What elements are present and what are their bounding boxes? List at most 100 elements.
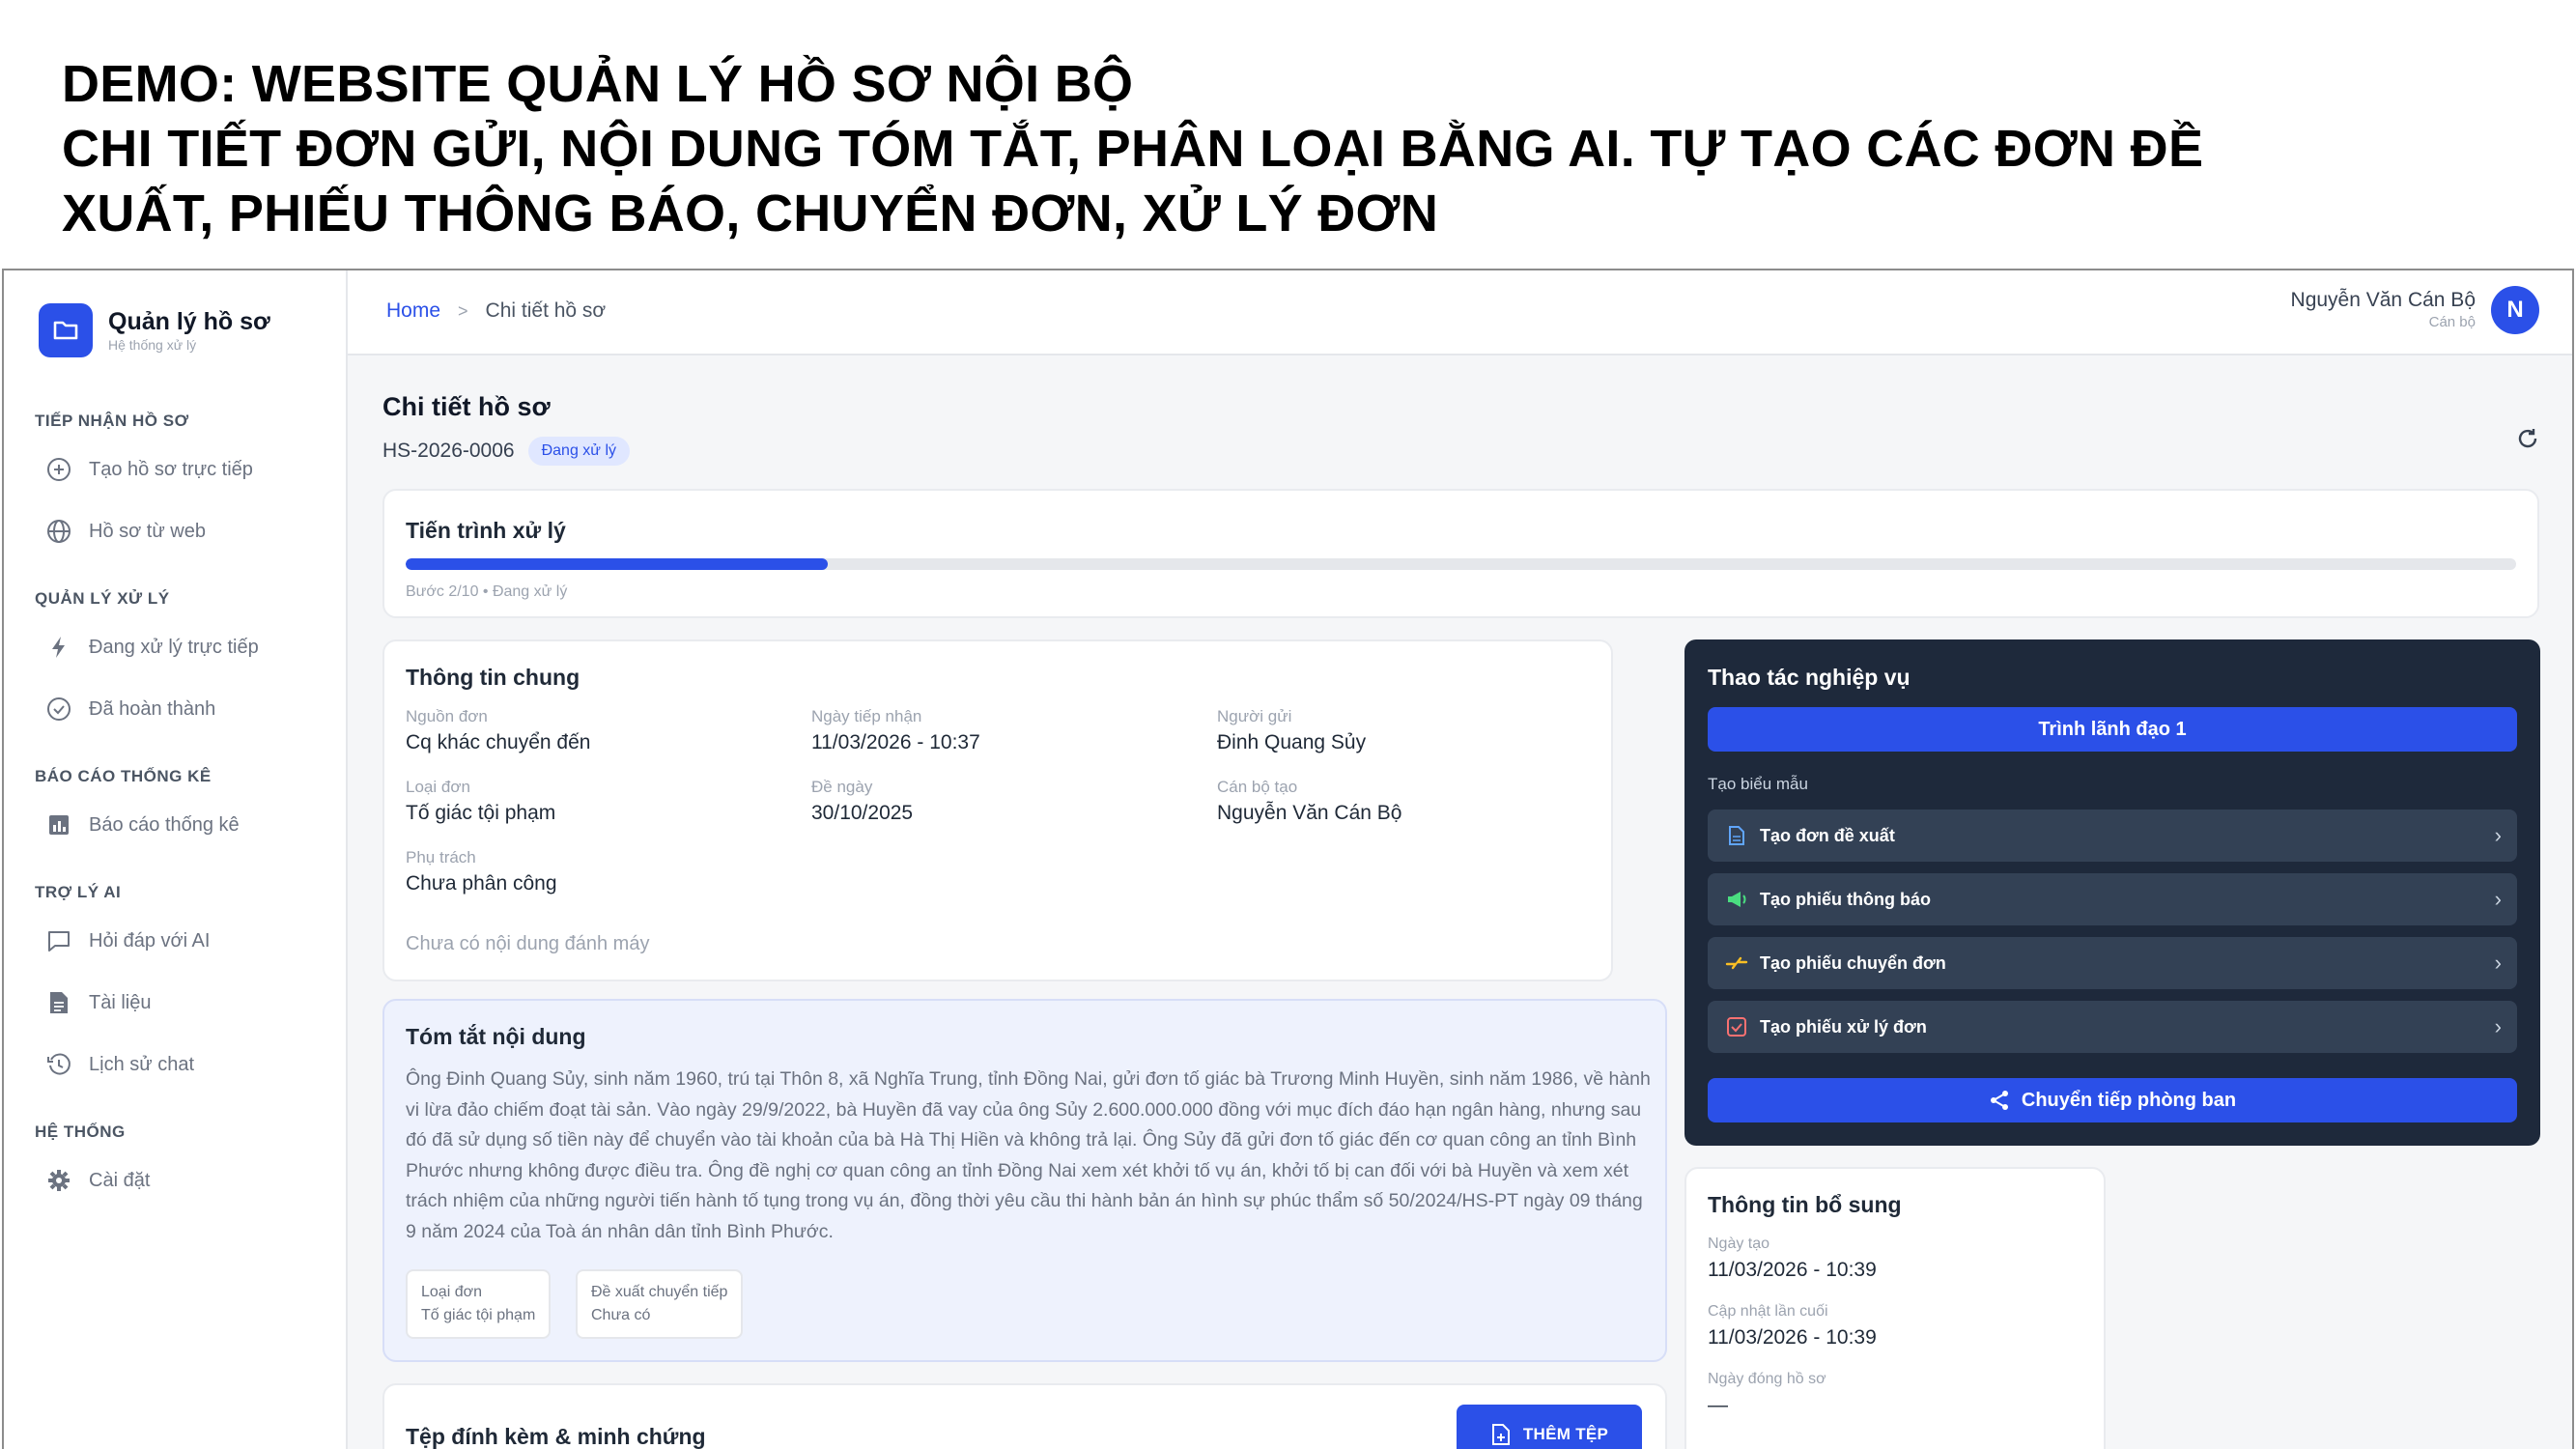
progress-card: Tiến trình xử lý Bước 2/10 • Đang xử lý xyxy=(382,489,2539,618)
sidebar-item-reports[interactable]: Báo cáo thống kê xyxy=(42,806,240,844)
gear-icon xyxy=(42,1164,75,1197)
field-label: Ngày tiếp nhận xyxy=(811,707,922,725)
sidebar-item-chat-history[interactable]: Lịch sử chat xyxy=(42,1045,194,1084)
sidebar: Quản lý hồ sơ Hệ thống xử lý TIẾP NHẬN H… xyxy=(4,270,348,1449)
chip-label: Loại đơn xyxy=(421,1284,482,1300)
forms-label: Tạo biểu mẫu xyxy=(1708,775,1808,793)
nav-section-reception: TIẾP NHẬN HỒ SƠ xyxy=(35,412,189,430)
forward-department-label: Chuyển tiếp phòng ban xyxy=(2021,1089,2237,1111)
progress-bar xyxy=(406,558,2516,570)
progress-label: Bước 2/10 • Đang xử lý xyxy=(406,583,568,600)
history-icon xyxy=(42,1048,75,1081)
sidebar-item-label: Hỏi đáp với AI xyxy=(89,929,211,952)
sidebar-item-label: Tài liệu xyxy=(89,991,152,1013)
sidebar-item-label: Đang xử lý trực tiếp xyxy=(89,636,259,658)
field-value: — xyxy=(1708,1394,1728,1416)
file-icon xyxy=(1723,822,1750,849)
folder-icon xyxy=(39,303,93,357)
user-menu[interactable]: Nguyễn Văn Cán Bộ Cán bộ N xyxy=(2291,286,2539,334)
chevron-right-icon: › xyxy=(2494,823,2502,847)
check-circle-icon xyxy=(42,693,75,725)
field-assignee: Phụ trách Chưa phân công xyxy=(406,846,557,898)
slide-title-line-3: XUẤT, PHIẾU THÔNG BÁO, CHUYỂN ĐƠN, XỬ LÝ… xyxy=(62,185,1439,242)
chevron-right-icon: › xyxy=(2494,951,2502,975)
create-notice-button[interactable]: Tạo phiếu thông báo › xyxy=(1708,873,2517,925)
field-label: Ngày tạo xyxy=(1708,1236,1770,1252)
add-file-icon xyxy=(1491,1424,1510,1445)
brand-name: Quản lý hồ sơ xyxy=(108,308,270,335)
field-label: Loại đơn xyxy=(406,778,470,796)
form-label: Tạo đơn đề xuất xyxy=(1760,825,1895,845)
brand-subtitle: Hệ thống xử lý xyxy=(108,337,197,353)
nav-section-reports: BÁO CÁO THỐNG KÊ xyxy=(35,767,212,785)
field-label: Cập nhật lần cuối xyxy=(1708,1303,1828,1320)
add-file-button[interactable]: THÊM TỆP xyxy=(1457,1405,1642,1449)
breadcrumb-home-link[interactable]: Home xyxy=(386,299,440,323)
form-label: Tạo phiếu thông báo xyxy=(1760,889,1931,909)
chat-icon xyxy=(42,924,75,957)
case-code: HS-2026-0006 xyxy=(382,440,515,462)
extra-info-card: Thông tin bổ sung Ngày tạo 11/03/2026 - … xyxy=(1684,1167,2106,1449)
field-received: Ngày tiếp nhận 11/03/2026 - 10:37 xyxy=(811,705,980,757)
field-creator: Cán bộ tạo Nguyễn Văn Cán Bộ xyxy=(1217,776,1401,828)
megaphone-icon xyxy=(1723,886,1750,913)
globe-icon xyxy=(42,515,75,548)
forward-department-button[interactable]: Chuyển tiếp phòng ban xyxy=(1708,1078,2517,1122)
field-submitted-date: Đề ngày 30/10/2025 xyxy=(811,776,913,828)
main-content: Chi tiết hồ sơ HS-2026-0006 Đang xử lý T… xyxy=(348,355,2572,1449)
nav-section-ai: TRỢ LÝ AI xyxy=(35,883,122,901)
field-value: Cq khác chuyển đến xyxy=(406,731,591,753)
page-title: Chi tiết hồ sơ xyxy=(382,392,551,421)
sidebar-item-label: Hồ sơ từ web xyxy=(89,520,206,542)
summary-text: Ông Đinh Quang Sủy, sinh năm 1960, trú t… xyxy=(406,1068,1651,1242)
avatar[interactable]: N xyxy=(2491,286,2539,334)
field-source: Nguồn đơn Cq khác chuyển đến xyxy=(406,705,590,757)
chevron-right-icon: › xyxy=(2494,887,2502,911)
extra-info-title: Thông tin bổ sung xyxy=(1708,1192,1902,1217)
sidebar-item-in-progress[interactable]: Đang xử lý trực tiếp xyxy=(42,628,259,667)
sidebar-item-documents[interactable]: Tài liệu xyxy=(42,983,151,1022)
breadcrumb-current: Chi tiết hồ sơ xyxy=(485,299,607,322)
field-value: 11/03/2026 - 10:39 xyxy=(1708,1326,1877,1349)
field-created-date: Ngày tạo 11/03/2026 - 10:39 xyxy=(1708,1233,1877,1285)
field-updated-date: Cập nhật lần cuối 11/03/2026 - 10:39 xyxy=(1708,1300,1877,1352)
create-proposal-button[interactable]: Tạo đơn đề xuất › xyxy=(1708,810,2517,862)
chip-label: Đề xuất chuyển tiếp xyxy=(591,1284,728,1300)
breadcrumb-separator: > xyxy=(458,300,468,321)
field-label: Phụ trách xyxy=(406,848,476,867)
sidebar-item-create-direct[interactable]: Tạo hồ sơ trực tiếp xyxy=(42,450,253,489)
form-label: Tạo phiếu xử lý đơn xyxy=(1760,1016,1927,1037)
create-transfer-button[interactable]: Tạo phiếu chuyển đơn › xyxy=(1708,937,2517,989)
summary-title: Tóm tắt nội dung xyxy=(406,1024,586,1049)
field-label: Đề ngày xyxy=(811,778,873,796)
sidebar-item-completed[interactable]: Đã hoàn thành xyxy=(42,690,215,728)
sidebar-item-label: Cài đặt xyxy=(89,1169,151,1191)
progress-title: Tiến trình xử lý xyxy=(406,518,566,543)
general-info-card: Thông tin chung Nguồn đơn Cq khác chuyển… xyxy=(382,639,1613,981)
refresh-button[interactable] xyxy=(2508,419,2547,458)
brand[interactable]: Quản lý hồ sơ Hệ thống xử lý xyxy=(39,301,270,359)
transfer-icon xyxy=(1723,950,1750,977)
add-file-label: THÊM TỆP xyxy=(1522,1425,1609,1443)
business-actions-panel: Thao tác nghiệp vụ Trình lãnh đạo 1 Tạo … xyxy=(1684,639,2540,1146)
create-processing-button[interactable]: Tạo phiếu xử lý đơn › xyxy=(1708,1001,2517,1053)
checkbox-icon xyxy=(1723,1013,1750,1040)
submit-to-leader-button[interactable]: Trình lãnh đạo 1 xyxy=(1708,707,2517,752)
document-icon xyxy=(42,986,75,1019)
user-name: Nguyễn Văn Cán Bộ xyxy=(2290,289,2476,311)
field-value: Tố giác tội phạm xyxy=(406,802,556,824)
breadcrumb: Home > Chi tiết hồ sơ xyxy=(386,299,606,323)
field-label: Cán bộ tạo xyxy=(1217,778,1298,796)
sidebar-item-label: Đã hoàn thành xyxy=(89,697,216,720)
field-value: Đinh Quang Sủy xyxy=(1217,731,1367,753)
app-window: Quản lý hồ sơ Hệ thống xử lý TIẾP NHẬN H… xyxy=(2,269,2574,1449)
summary-chip-forward: Đề xuất chuyển tiếp Chưa có xyxy=(576,1269,744,1339)
field-value: Chưa phân công xyxy=(406,872,557,895)
sidebar-item-ai-chat[interactable]: Hỏi đáp với AI xyxy=(42,922,210,960)
field-value: 11/03/2026 - 10:39 xyxy=(1708,1259,1877,1281)
share-icon xyxy=(1990,1091,2008,1110)
user-role: Cán bộ xyxy=(2428,314,2476,330)
sidebar-item-web-cases[interactable]: Hồ sơ từ web xyxy=(42,512,206,551)
summary-card: Tóm tắt nội dung Ông Đinh Quang Sủy, sin… xyxy=(382,999,1667,1362)
sidebar-item-settings[interactable]: Cài đặt xyxy=(42,1161,150,1200)
